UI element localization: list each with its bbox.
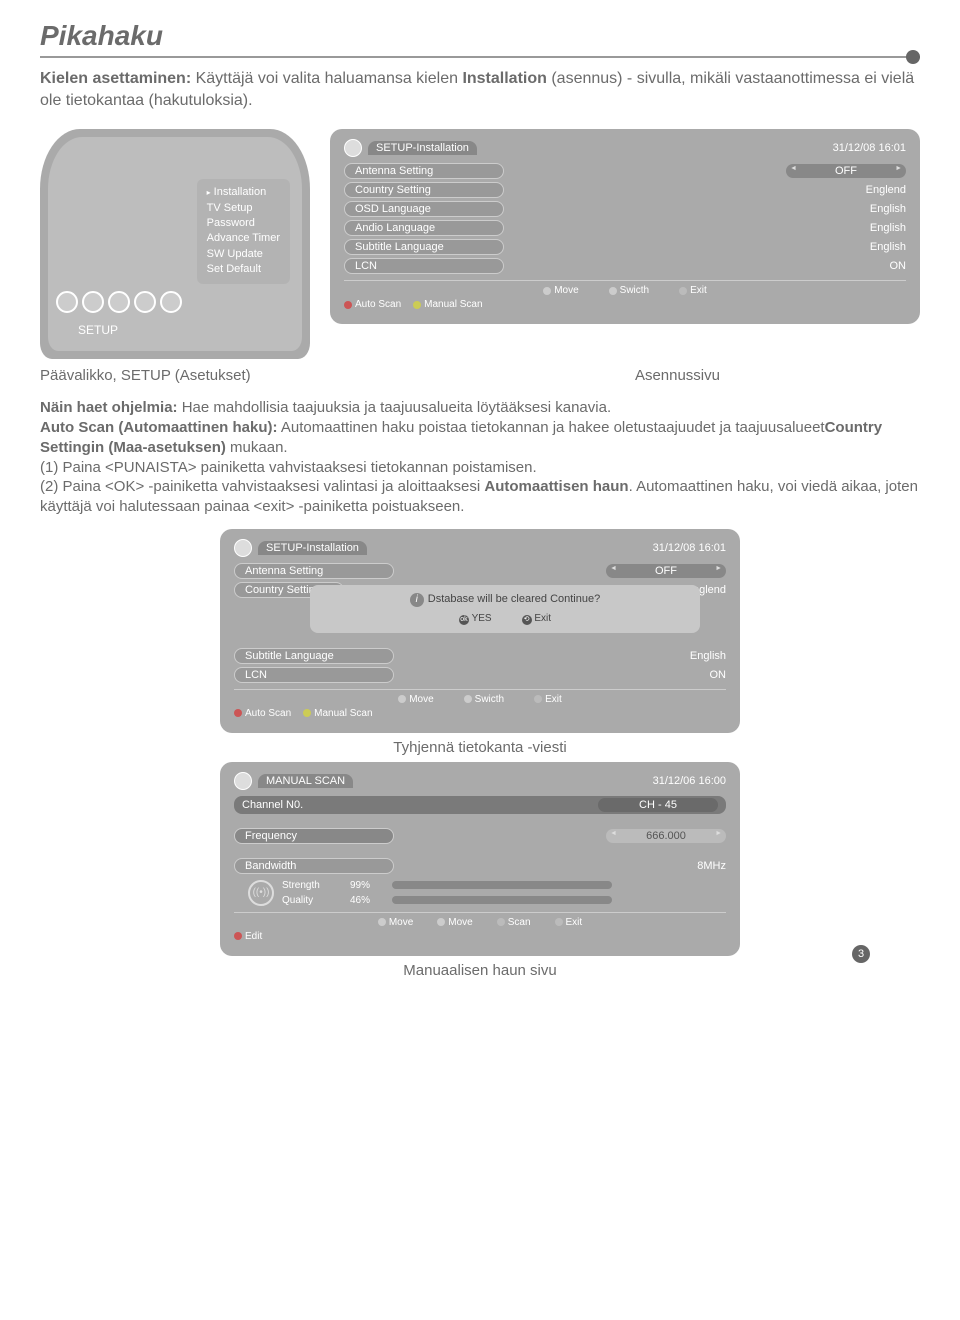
hint-switch: Swicth	[464, 694, 504, 705]
val-channel[interactable]: CH - 45	[598, 798, 718, 812]
osd-time: 31/12/06 16:00	[653, 775, 726, 787]
page-number: 3	[852, 945, 870, 963]
val-sublang: English	[870, 241, 906, 253]
bt-l1: Hae mahdollisia taajuuksia ja taajuusalu…	[178, 399, 612, 416]
caption-mainmenu: Päävalikko, SETUP (Asetukset)	[40, 367, 251, 384]
menu-icon[interactable]	[160, 291, 182, 313]
strength-label: Strength	[282, 880, 342, 891]
install-osd-panel: SETUP-Installation 31/12/08 16:01 Antenn…	[330, 129, 920, 324]
menu-icon[interactable]	[56, 291, 78, 313]
row-antenna[interactable]: Antenna Setting	[234, 563, 394, 579]
sidebar-menu: Installation TV Setup Password Advance T…	[197, 179, 290, 283]
intro-bold-install: Installation	[462, 70, 546, 87]
dialog-exit[interactable]: ⟲ Exit	[522, 613, 551, 625]
menu-icon[interactable]	[108, 291, 130, 313]
osd-header-icon	[234, 772, 252, 790]
quality-label: Quality	[282, 895, 342, 906]
row-freq[interactable]: Frequency	[234, 828, 394, 844]
hint-move2: Move	[437, 917, 472, 928]
body-text: Näin haet ohjelmia: Hae mahdollisia taaj…	[40, 398, 920, 517]
dialog-text: Dstabase will be cleared Continue?	[428, 593, 600, 605]
menu-icon[interactable]	[134, 291, 156, 313]
page-title: Pikahaku	[40, 20, 920, 58]
manualscan-osd-panel: MANUAL SCAN 31/12/06 16:00 Channel N0. CH…	[220, 762, 740, 956]
sidebar-item-advancetimer[interactable]: Advance Timer	[207, 231, 280, 246]
hint-exit[interactable]: Exit	[679, 285, 707, 296]
row-antenna[interactable]: Antenna Setting	[344, 163, 504, 179]
bt-l4a: (2) Paina <OK> -painiketta vahvistaakses…	[40, 478, 484, 495]
dialog-yes[interactable]: ok YES	[459, 613, 492, 625]
sidebar-item-installation[interactable]: Installation	[207, 185, 280, 200]
row-sublang[interactable]: Subtitle Language	[234, 648, 394, 664]
caption-installpage: Asennussivu	[635, 367, 720, 384]
hint-move: Move	[378, 917, 413, 928]
dialog-osd-panel: SETUP-Installation 31/12/08 16:01 Antenn…	[220, 529, 740, 733]
caption-dialog: Tyhjennä tietokanta -viesti	[393, 739, 566, 756]
btn-manualscan[interactable]: Manual Scan	[413, 299, 482, 310]
val-country: Englend	[866, 184, 906, 196]
val-freq[interactable]: 666.000	[606, 829, 726, 843]
osd-header-icon	[234, 539, 252, 557]
bt-l2r2: mukaan.	[226, 439, 288, 456]
bt-l3: (1) Paina <PUNAISTA> painiketta vahvista…	[40, 459, 537, 476]
btn-edit[interactable]: Edit	[234, 931, 262, 942]
osd-header-icon	[344, 139, 362, 157]
quality-bar	[392, 896, 612, 904]
sidebar-item-setdefault[interactable]: Set Default	[207, 262, 280, 277]
quality-value: 46%	[350, 895, 384, 906]
val-osdlang: English	[870, 203, 906, 215]
val-audiolang: English	[870, 222, 906, 234]
intro-text: Kielen asettaminen: Käyttäjä voi valita …	[40, 68, 920, 111]
osd-time: 31/12/08 16:01	[653, 542, 726, 554]
hint-scan[interactable]: Scan	[497, 917, 531, 928]
setup-menu-panel: Installation TV Setup Password Advance T…	[40, 129, 310, 359]
caption-manualscan: Manuaalisen haun sivu	[403, 962, 556, 979]
osd-time: 31/12/08 16:01	[833, 142, 906, 154]
confirm-dialog: i Dstabase will be cleared Continue? ok Y…	[310, 585, 700, 633]
sidebar-item-swupdate[interactable]: SW Update	[207, 247, 280, 262]
row-lcn[interactable]: LCN	[234, 667, 394, 683]
val-lcn: ON	[890, 260, 907, 272]
hint-move: Move	[398, 694, 433, 705]
bt-l2: Automaattinen haku poistaa tietokannan j…	[278, 419, 825, 436]
menu-icon-row	[56, 291, 182, 313]
intro-bold-prefix: Kielen asettaminen:	[40, 70, 196, 87]
strength-bar	[392, 881, 612, 889]
row-channel[interactable]: Channel N0.	[242, 799, 303, 811]
osd-title: SETUP-Installation	[368, 141, 477, 155]
bt-l2b: Auto Scan (Automaattinen haku):	[40, 419, 278, 436]
osd-title: MANUAL SCAN	[258, 774, 353, 788]
hint-switch: Swicth	[609, 285, 649, 296]
hint-exit[interactable]: Exit	[555, 917, 583, 928]
val-sublang: English	[690, 650, 726, 662]
intro-text-1: Käyttäjä voi valita haluamansa kielen	[196, 70, 463, 87]
row-country[interactable]: Country Setting	[344, 182, 504, 198]
row-lcn[interactable]: LCN	[344, 258, 504, 274]
sidebar-item-tvsetup[interactable]: TV Setup	[207, 201, 280, 216]
row-sublang[interactable]: Subtitle Language	[344, 239, 504, 255]
btn-manualscan[interactable]: Manual Scan	[303, 708, 372, 719]
signal-icon: ((•))	[248, 880, 274, 906]
val-lcn: ON	[710, 669, 727, 681]
hint-exit[interactable]: Exit	[534, 694, 562, 705]
hint-move: Move	[543, 285, 578, 296]
setup-label: SETUP	[78, 323, 118, 337]
btn-autoscan[interactable]: Auto Scan	[344, 299, 401, 310]
val-antenna[interactable]: OFF	[606, 564, 726, 578]
val-antenna[interactable]: OFF	[786, 164, 906, 178]
sidebar-item-password[interactable]: Password	[207, 216, 280, 231]
strength-value: 99%	[350, 880, 384, 891]
row-bw[interactable]: Bandwidth	[234, 858, 394, 874]
row-osdlang[interactable]: OSD Language	[344, 201, 504, 217]
val-bw: 8MHz	[697, 860, 726, 872]
row-audiolang[interactable]: Andio Language	[344, 220, 504, 236]
bt-l1b: Näin haet ohjelmia:	[40, 399, 178, 416]
menu-icon[interactable]	[82, 291, 104, 313]
osd-title: SETUP-Installation	[258, 541, 367, 555]
info-icon: i	[410, 593, 424, 607]
btn-autoscan[interactable]: Auto Scan	[234, 708, 291, 719]
bt-l4b: Automaattisen haun	[484, 478, 628, 495]
